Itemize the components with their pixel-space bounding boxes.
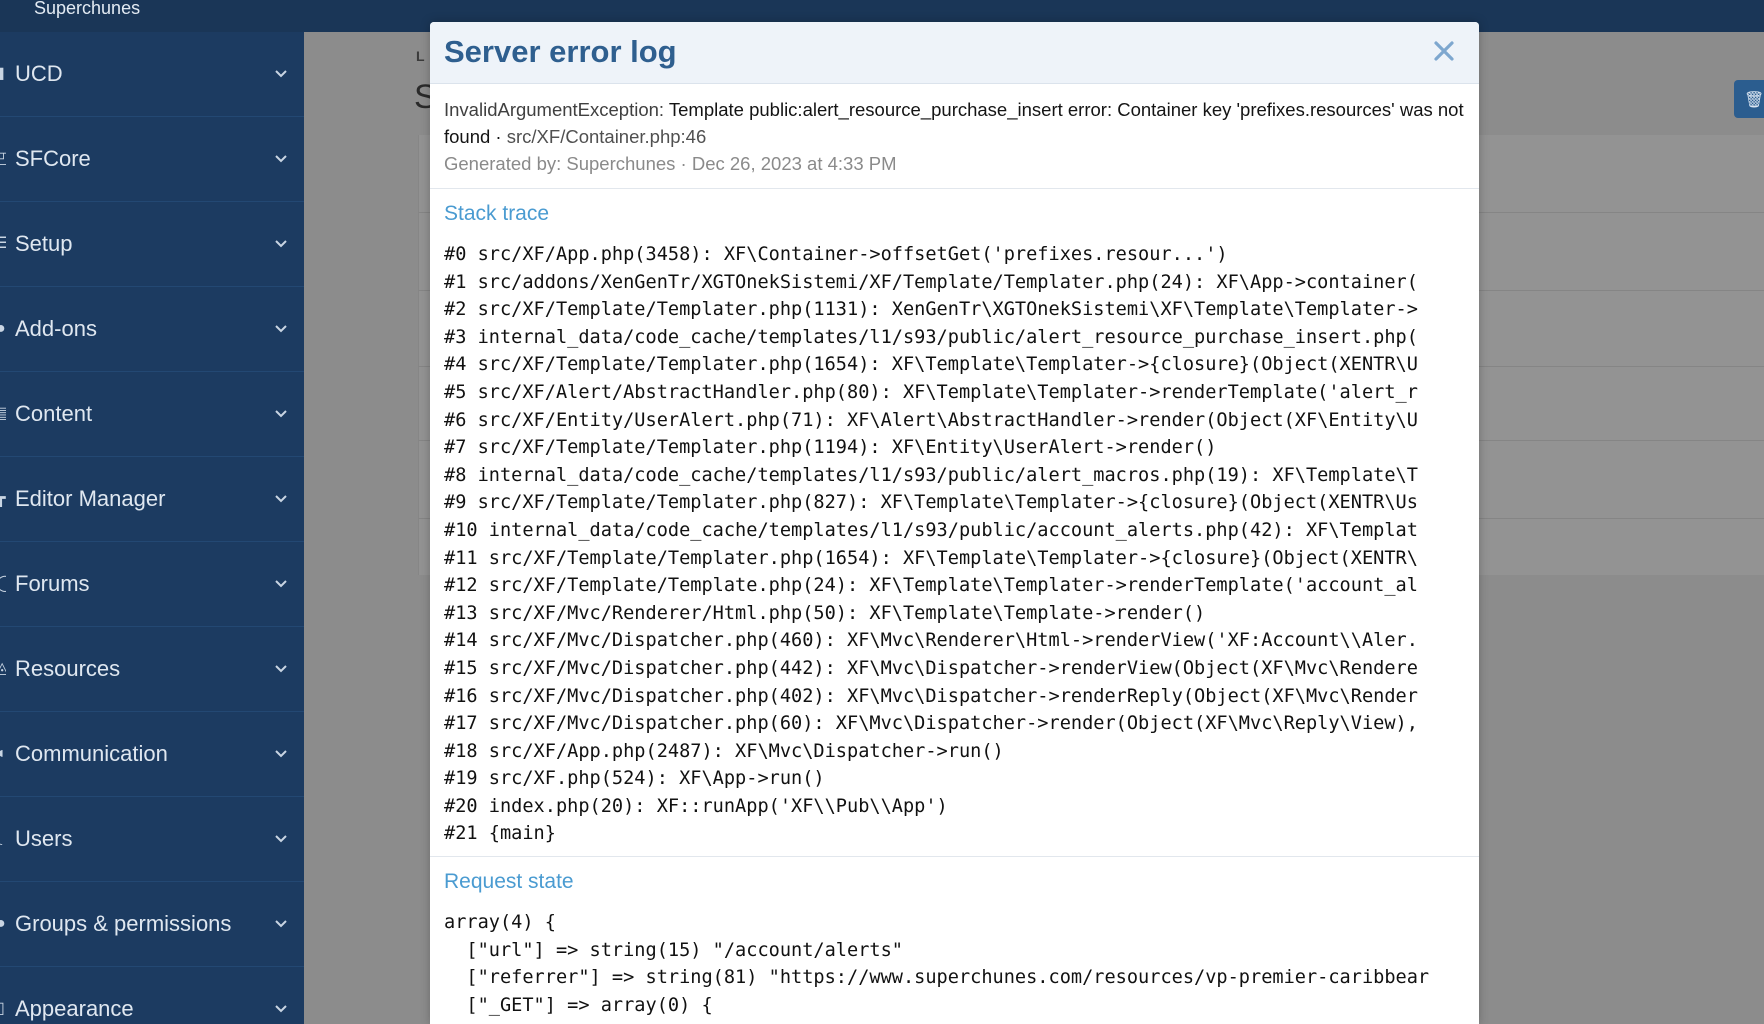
stack-trace-line: #16 src/XF/Mvc/Dispatcher.php(402): XF\M… [444,685,1418,707]
request-state-line: ["_GET"] => array(0) { [444,994,713,1016]
error-summary: InvalidArgumentException: Template publi… [430,84,1479,189]
sidebar-item-label: Communication [15,741,168,766]
sidebar-item-label: SFCore [15,146,91,171]
sidebar-item-groups-permissions[interactable]: ● Groups & permissions [0,882,304,967]
delete-button[interactable]: 🗑 [1734,80,1764,118]
request-state-line: ["url"] => string(15) "/account/alerts" [444,939,903,961]
sidebar-item-communication[interactable]: ◖ Communication [0,712,304,797]
request-state-line: array(4) { [444,912,556,934]
chevron-down-icon [275,920,287,928]
stack-trace-line: #14 src/XF/Mvc/Dispatcher.php(460): XF\M… [444,630,1418,652]
stack-trace-line: #15 src/XF/Mvc/Dispatcher.php(442): XF\M… [444,657,1418,679]
chevron-down-icon [275,750,287,758]
chevron-down-icon [275,835,287,843]
sidebar-item-label: Groups & permissions [15,911,232,936]
groups-icon: ● [0,915,6,932]
sidebar-item-label: Content [15,401,93,426]
stack-trace-heading: Stack trace [444,202,550,225]
sidebar-item-users[interactable]: ◟ Users [0,797,304,882]
chevron-down-icon [275,665,287,673]
sidebar-item-label: Appearance [15,996,134,1021]
server-error-log-modal: Server error log InvalidArgumentExceptio… [430,22,1479,1024]
book-icon: ▮ [0,65,5,82]
stack-trace-line: #17 src/XF/Mvc/Dispatcher.php(60): XF\Mv… [444,713,1418,735]
close-icon[interactable] [1429,36,1459,66]
stack-trace-line: #9 src/XF/Template/Templater.php(827): X… [444,492,1418,514]
admin-sidebar: ▮ UCD ◰ SFCore ☰ Setup ● Add-ons ▤ Conte… [0,32,304,1024]
stack-trace-line: #6 src/XF/Entity/UserAlert.php(71): XF\A… [444,409,1418,431]
sidebar-item-setup[interactable]: ☰ Setup [0,202,304,287]
stack-trace-line: #1 src/addons/XenGenTr/XGTOnekSistemi/XF… [444,271,1418,293]
sidebar-item-sfcore[interactable]: ◰ SFCore [0,117,304,202]
forum-icon: ◯ [0,575,6,593]
chevron-down-icon [275,580,287,588]
error-message: InvalidArgumentException: Template publi… [444,96,1465,150]
sidebar-item-label: Add-ons [15,316,97,341]
sidebar-item-forums[interactable]: ◯ Forums [0,542,304,627]
sidebar-item-label: UCD [15,61,63,86]
chevron-down-icon [275,1005,287,1013]
communication-icon: ◖ [0,745,6,762]
sidebar-item-ucd[interactable]: ▮ UCD [0,32,304,117]
content-icon: ▤ [0,405,6,423]
request-state-line: ["referrer"] => string(81) "https://www.… [444,967,1430,989]
chevron-down-icon [275,70,287,78]
stack-trace-line: #4 src/XF/Template/Templater.php(1654): … [444,354,1418,376]
stack-trace-line: #10 internal_data/code_cache/templates/l… [444,519,1418,541]
modal-header: Server error log [430,22,1479,84]
chevron-down-icon [275,495,287,503]
trash-icon: 🗑 [1744,92,1764,109]
error-file: src/XF/Container.php:46 [506,126,707,147]
stack-trace-line: #2 src/XF/Template/Templater.php(1131): … [444,299,1418,321]
core-icon: ◰ [0,150,6,168]
stack-trace-line: #20 index.php(20): XF::runApp('XF\\Pub\\… [444,795,948,817]
stack-trace-line: #0 src/XF/App.php(3458): XF\Container->o… [444,244,1228,265]
request-state-heading: Request state [444,870,574,894]
sidebar-item-label: Users [15,826,73,851]
stack-trace-line: #3 internal_data/code_cache/templates/l1… [444,326,1418,348]
stack-trace-line: #5 src/XF/Alert/AbstractHandler.php(80):… [444,381,1418,403]
appearance-icon: ▯ [0,1000,5,1017]
stack-trace-line: #8 internal_data/code_cache/templates/l1… [444,464,1418,486]
editor-icon: ┏ [0,490,6,507]
chevron-down-icon [275,325,287,333]
chevron-down-icon [275,155,287,163]
stack-trace-line: #13 src/XF/Mvc/Renderer/Html.php(50): XF… [444,602,1206,624]
stack-trace-line: #19 src/XF.php(524): XF\App->run() [444,768,825,790]
request-state: array(4) { ["url"] => string(15) "/accou… [430,907,1479,1019]
site-name[interactable]: Superchunes [34,0,140,17]
sidebar-item-label: Setup [15,231,73,256]
puzzle-icon: ● [0,320,6,337]
stack-trace-line: #12 src/XF/Template/Template.php(24): XF… [444,575,1418,597]
sidebar-item-editor-manager[interactable]: ┏ Editor Manager [0,457,304,542]
modal-title: Server error log [444,34,677,69]
stack-trace-line: #11 src/XF/Template/Templater.php(1654):… [444,547,1418,569]
list-icon: ☰ [0,235,6,253]
stack-trace-line: #7 src/XF/Template/Templater.php(1194): … [444,437,1217,459]
sidebar-item-add-ons[interactable]: ● Add-ons [0,287,304,372]
resources-icon: ◬ [0,660,6,678]
stack-trace: #0 src/XF/App.php(3458): XF\Container->o… [430,239,1479,858]
sidebar-item-label: Editor Manager [15,486,166,511]
sidebar-item-label: Forums [15,571,90,596]
breadcrumb[interactable]: L [416,48,425,64]
sidebar-item-appearance[interactable]: ▯ Appearance [0,967,304,1024]
chevron-down-icon [275,240,287,248]
error-type: InvalidArgumentException: [444,99,665,120]
users-icon: ◟ [0,830,6,848]
sidebar-item-content[interactable]: ▤ Content [0,372,304,457]
stack-trace-line: #21 {main} [444,823,556,845]
sidebar-item-resources[interactable]: ◬ Resources [0,627,304,712]
generated-by: Generated by: Superchunes · Dec 26, 2023… [444,153,897,174]
error-separator: · [490,126,507,147]
chevron-down-icon [275,410,287,418]
stack-trace-line: #18 src/XF/App.php(2487): XF\Mvc\Dispatc… [444,740,1004,762]
sidebar-item-label: Resources [15,656,121,681]
